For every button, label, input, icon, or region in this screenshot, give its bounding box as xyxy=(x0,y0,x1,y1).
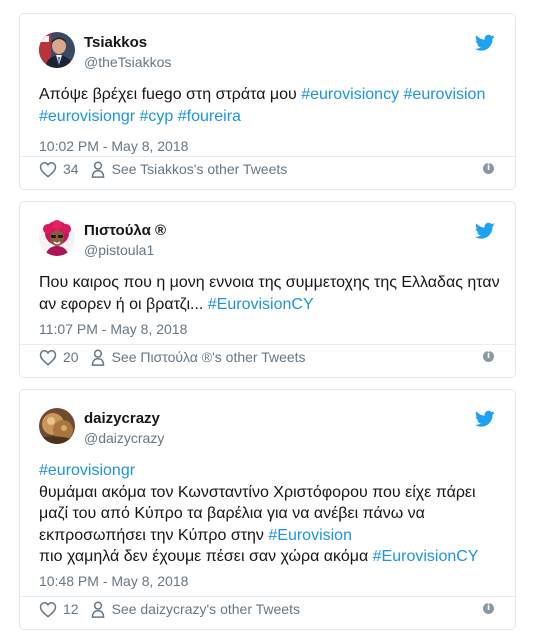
hashtag-link[interactable]: #eurovisiongr xyxy=(39,462,135,479)
twitter-bird-icon[interactable] xyxy=(475,410,495,428)
tweet-text: Που καιρος που η μονη εννοια της συμμετο… xyxy=(39,272,501,315)
tweet-actions: 34 See Tsiakkos's other Tweets xyxy=(39,160,287,178)
tweet-timestamp[interactable]: 10:02 PM - May 8, 2018 xyxy=(39,138,188,154)
like-count: 20 xyxy=(63,349,79,365)
tweet-text-segment: πιο χαμηλά δεν έχουμε πέσει σαν χώρα ακό… xyxy=(39,548,369,565)
hashtag-link[interactable]: #cyp xyxy=(140,108,174,125)
info-icon[interactable]: i xyxy=(483,351,494,362)
tweet-card: Tsiakkos @theTsiakkos Απόψε βρέχει fuego… xyxy=(19,13,516,190)
divider xyxy=(20,156,515,157)
tweet-timestamp[interactable]: 11:07 PM - May 8, 2018 xyxy=(39,321,187,337)
avatar[interactable] xyxy=(39,220,75,256)
hashtag-link[interactable]: #eurovisiongr xyxy=(39,108,135,125)
tweet-timestamp[interactable]: 10:48 PM - May 8, 2018 xyxy=(39,573,188,589)
see-other-tweets-link[interactable]: See daizycrazy's other Tweets xyxy=(112,601,300,617)
heart-icon[interactable] xyxy=(39,349,57,366)
tweet-actions: 20 See Πιστούλα ®'s other Tweets xyxy=(39,348,306,366)
tweet-actions: 12 See daizycrazy's other Tweets xyxy=(39,600,300,618)
see-other-tweets-link[interactable]: See Πιστούλα ®'s other Tweets xyxy=(112,349,306,365)
person-icon[interactable] xyxy=(91,161,105,178)
divider xyxy=(20,344,515,345)
person-icon[interactable] xyxy=(91,601,105,618)
person-icon[interactable] xyxy=(91,349,105,366)
tweet-text: Απόψε βρέχει fuego στη στράτα μου #eurov… xyxy=(39,84,501,127)
tweet-text-segment: Απόψε βρέχει fuego στη στράτα μου xyxy=(39,86,302,103)
tweet-card: Πιστούλα ® @pistoula1 Που καιρος που η μ… xyxy=(19,201,516,378)
user-handle[interactable]: @daizycrazy xyxy=(84,430,164,446)
heart-icon[interactable] xyxy=(39,601,57,618)
see-other-tweets-link[interactable]: See Tsiakkos's other Tweets xyxy=(112,161,288,177)
tweet-text-segment: θυμάμαι ακόμα τον Κωνσταντίνο Χριστόφορο… xyxy=(39,483,476,544)
heart-icon[interactable] xyxy=(39,161,57,178)
hashtag-link[interactable]: #eurovision xyxy=(404,86,486,103)
twitter-bird-icon[interactable] xyxy=(475,222,495,240)
tweet-text-segment xyxy=(485,86,489,103)
user-handle[interactable]: @theTsiakkos xyxy=(84,54,171,70)
tweet-card: daizycrazy @daizycrazy #eurovisiongr θυμ… xyxy=(19,389,516,630)
user-handle[interactable]: @pistoula1 xyxy=(84,242,154,258)
avatar[interactable] xyxy=(39,408,75,444)
hashtag-link[interactable]: #Eurovision xyxy=(268,527,352,544)
display-name[interactable]: Tsiakkos xyxy=(84,34,147,51)
hashtag-link[interactable]: #foureira xyxy=(178,108,241,125)
twitter-bird-icon[interactable] xyxy=(475,34,495,52)
info-icon[interactable]: i xyxy=(483,163,494,174)
display-name[interactable]: Πιστούλα ® xyxy=(84,222,166,239)
info-icon[interactable]: i xyxy=(483,603,494,614)
divider xyxy=(20,596,515,597)
like-count: 34 xyxy=(63,161,79,177)
hashtag-link[interactable]: #EurovisionCY xyxy=(208,296,314,313)
avatar[interactable] xyxy=(39,32,75,68)
hashtag-link[interactable]: #EurovisionCY xyxy=(373,548,479,565)
tweet-text: #eurovisiongr θυμάμαι ακόμα τον Κωνσταντ… xyxy=(39,460,501,568)
display-name[interactable]: daizycrazy xyxy=(84,410,160,427)
hashtag-link[interactable]: #eurovisioncy xyxy=(301,86,399,103)
like-count: 12 xyxy=(63,601,79,617)
